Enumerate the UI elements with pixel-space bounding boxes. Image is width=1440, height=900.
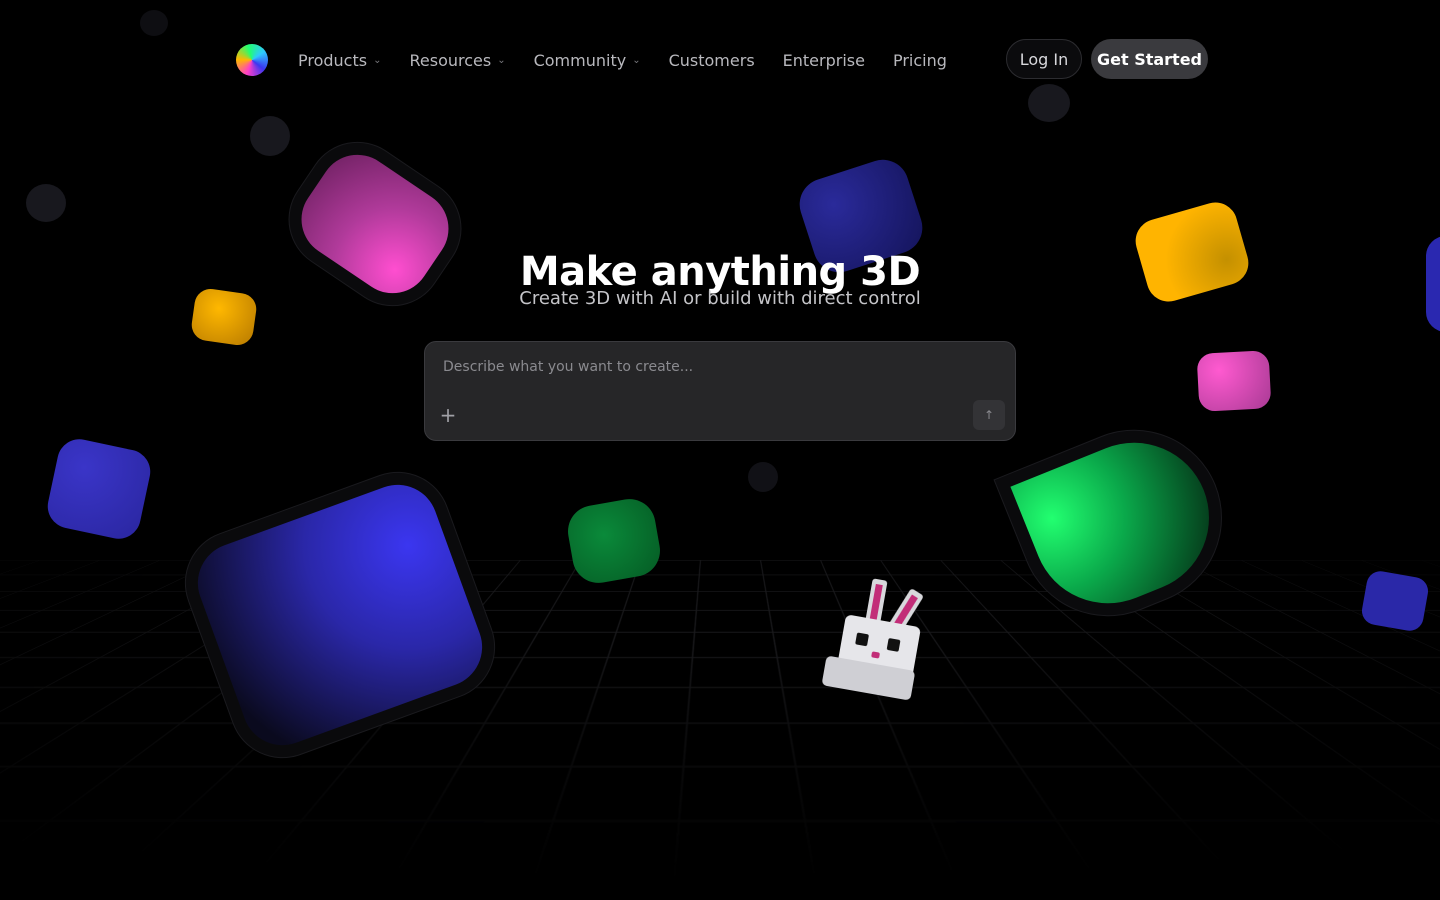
bunny-eye — [855, 632, 870, 647]
prompt-input[interactable] — [441, 354, 985, 380]
prompt-box: + ↑ — [424, 341, 1016, 441]
hero-background-scene — [0, 0, 1440, 900]
chevron-down-icon: ⌄ — [497, 54, 506, 66]
voxel-bunny-model — [812, 571, 942, 710]
nav-item-label: Customers — [668, 50, 755, 70]
chevron-down-icon: ⌄ — [373, 54, 382, 66]
nav-item-enterprise[interactable]: Enterprise — [783, 51, 865, 70]
dark-blob — [748, 462, 778, 492]
blue-3d-shape — [1359, 569, 1431, 633]
chevron-down-icon: ⌄ — [632, 54, 641, 66]
get-started-button[interactable]: Get Started — [1091, 39, 1208, 79]
blue-3d-shape — [43, 435, 155, 543]
nav-item-community[interactable]: Community ⌄ — [534, 51, 641, 70]
nav-item-label: Resources — [409, 50, 492, 70]
nav-item-pricing[interactable]: Pricing — [893, 51, 947, 70]
log-in-button[interactable]: Log In — [1006, 39, 1082, 79]
gradient-sphere-logo[interactable] — [236, 44, 268, 76]
nav-item-label: Community — [533, 50, 627, 70]
hero-subtitle: Create 3D with AI or build with direct c… — [519, 288, 921, 309]
dark-blob — [26, 184, 66, 222]
top-navigation: Products ⌄ Resources ⌄ Community ⌄ Custo… — [0, 0, 1440, 118]
plus-icon[interactable]: + — [437, 403, 459, 427]
dark-blob — [250, 116, 290, 156]
nav-item-label: Products — [298, 50, 368, 70]
nav-item-label: Enterprise — [782, 50, 865, 70]
nav-item-customers[interactable]: Customers — [669, 51, 755, 70]
nav-item-label: Pricing — [892, 50, 947, 70]
bunny-nose — [871, 651, 881, 659]
nav-item-resources[interactable]: Resources ⌄ — [409, 51, 505, 70]
arrow-up-icon[interactable]: ↑ — [973, 400, 1005, 430]
pink-3d-shape — [1196, 350, 1272, 412]
bunny-eye — [886, 637, 901, 652]
nav-item-products[interactable]: Products ⌄ — [298, 51, 381, 70]
nav-links: Products ⌄ Resources ⌄ Community ⌄ Custo… — [298, 48, 947, 72]
